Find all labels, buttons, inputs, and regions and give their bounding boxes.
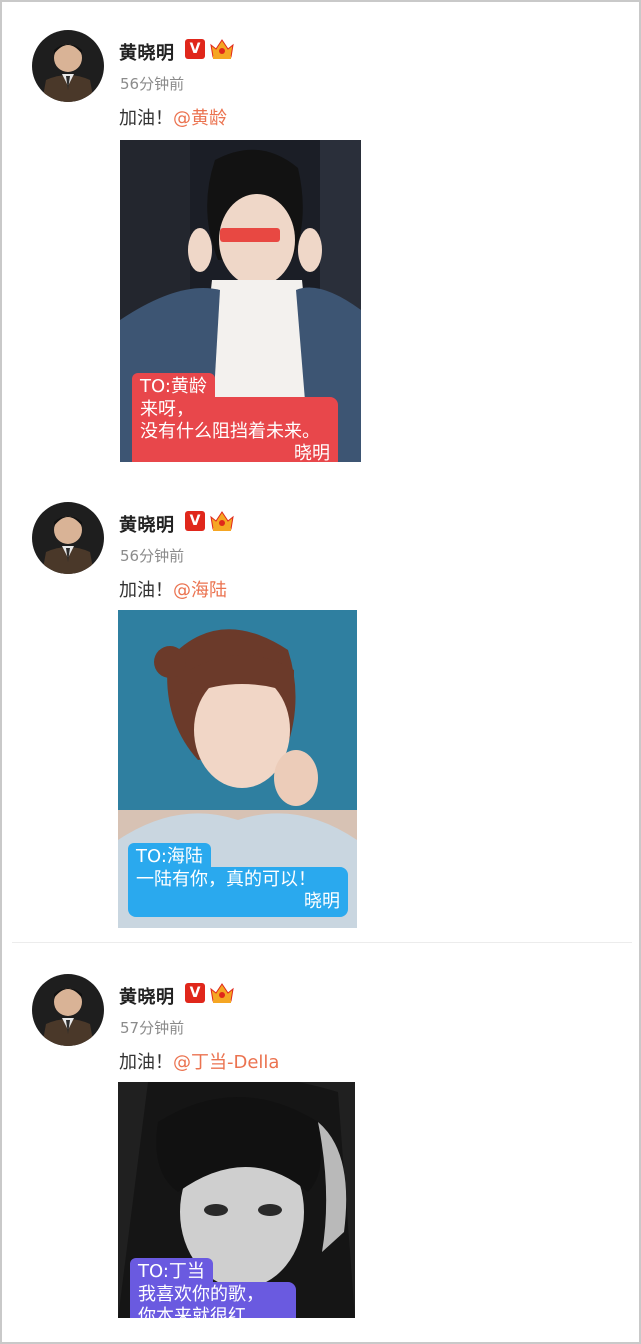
post-image[interactable]: TO:海陆 一陆有你，真的可以！ 晓明 (118, 610, 357, 928)
post-text: 加油！@海陆 (119, 576, 227, 602)
caption-line: 我喜欢你的歌， (138, 1284, 264, 1305)
caption-line: 你本来就很红 (138, 1306, 246, 1318)
caption-body: 我喜欢你的歌， 你本来就很红 (130, 1282, 296, 1318)
author-name[interactable]: 黄晓明 (119, 983, 175, 1009)
post-image[interactable]: TO:黄龄 来呀， 没有什么阻挡着未来。 晓明 (120, 140, 361, 462)
divider (12, 942, 632, 943)
crown-badge-icon (209, 37, 235, 61)
post-time: 57分钟前 (120, 1019, 185, 1037)
caption-to-tag: TO:黄龄 (132, 373, 215, 399)
post-text-prefix: 加油！ (119, 1052, 173, 1073)
mention-link[interactable]: @海陆 (173, 580, 227, 601)
post-text-prefix: 加油！ (119, 580, 173, 601)
crown-badge-icon (209, 981, 235, 1005)
caption-to-tag: TO:海陆 (128, 843, 211, 869)
caption-line: 来呀， (140, 399, 194, 420)
avatar[interactable] (32, 30, 104, 102)
post-text-prefix: 加油！ (119, 108, 173, 129)
avatar[interactable] (32, 974, 104, 1046)
post-image[interactable]: TO:丁当 我喜欢你的歌， 你本来就很红 (118, 1082, 355, 1318)
caption-signature: 晓明 (304, 891, 340, 912)
verified-v-icon: V (185, 39, 205, 59)
feed-frame: 黄晓明 V 56分钟前 加油！@黄龄 TO:黄龄 来呀， 没有什么阻挡着未来。 … (0, 0, 641, 1344)
post-time: 56分钟前 (120, 547, 185, 565)
caption-to-tag: TO:丁当 (130, 1258, 213, 1284)
caption-signature: 晓明 (294, 443, 330, 462)
crown-badge-icon (209, 509, 235, 533)
caption-body: 一陆有你，真的可以！ 晓明 (128, 867, 348, 917)
author-name[interactable]: 黄晓明 (119, 511, 175, 537)
caption-line: 没有什么阻挡着未来。 (140, 421, 320, 442)
mention-link[interactable]: @黄龄 (173, 108, 227, 129)
mention-link[interactable]: @丁当-Della (173, 1052, 279, 1073)
post-text: 加油！@丁当-Della (119, 1048, 279, 1074)
verified-v-icon: V (185, 511, 205, 531)
avatar[interactable] (32, 502, 104, 574)
post-text: 加油！@黄龄 (119, 104, 227, 130)
caption-body: 来呀， 没有什么阻挡着未来。 晓明 (132, 397, 338, 462)
author-name[interactable]: 黄晓明 (119, 39, 175, 65)
caption-line: 一陆有你，真的可以！ (136, 869, 316, 890)
post-time: 56分钟前 (120, 75, 185, 93)
verified-v-icon: V (185, 983, 205, 1003)
